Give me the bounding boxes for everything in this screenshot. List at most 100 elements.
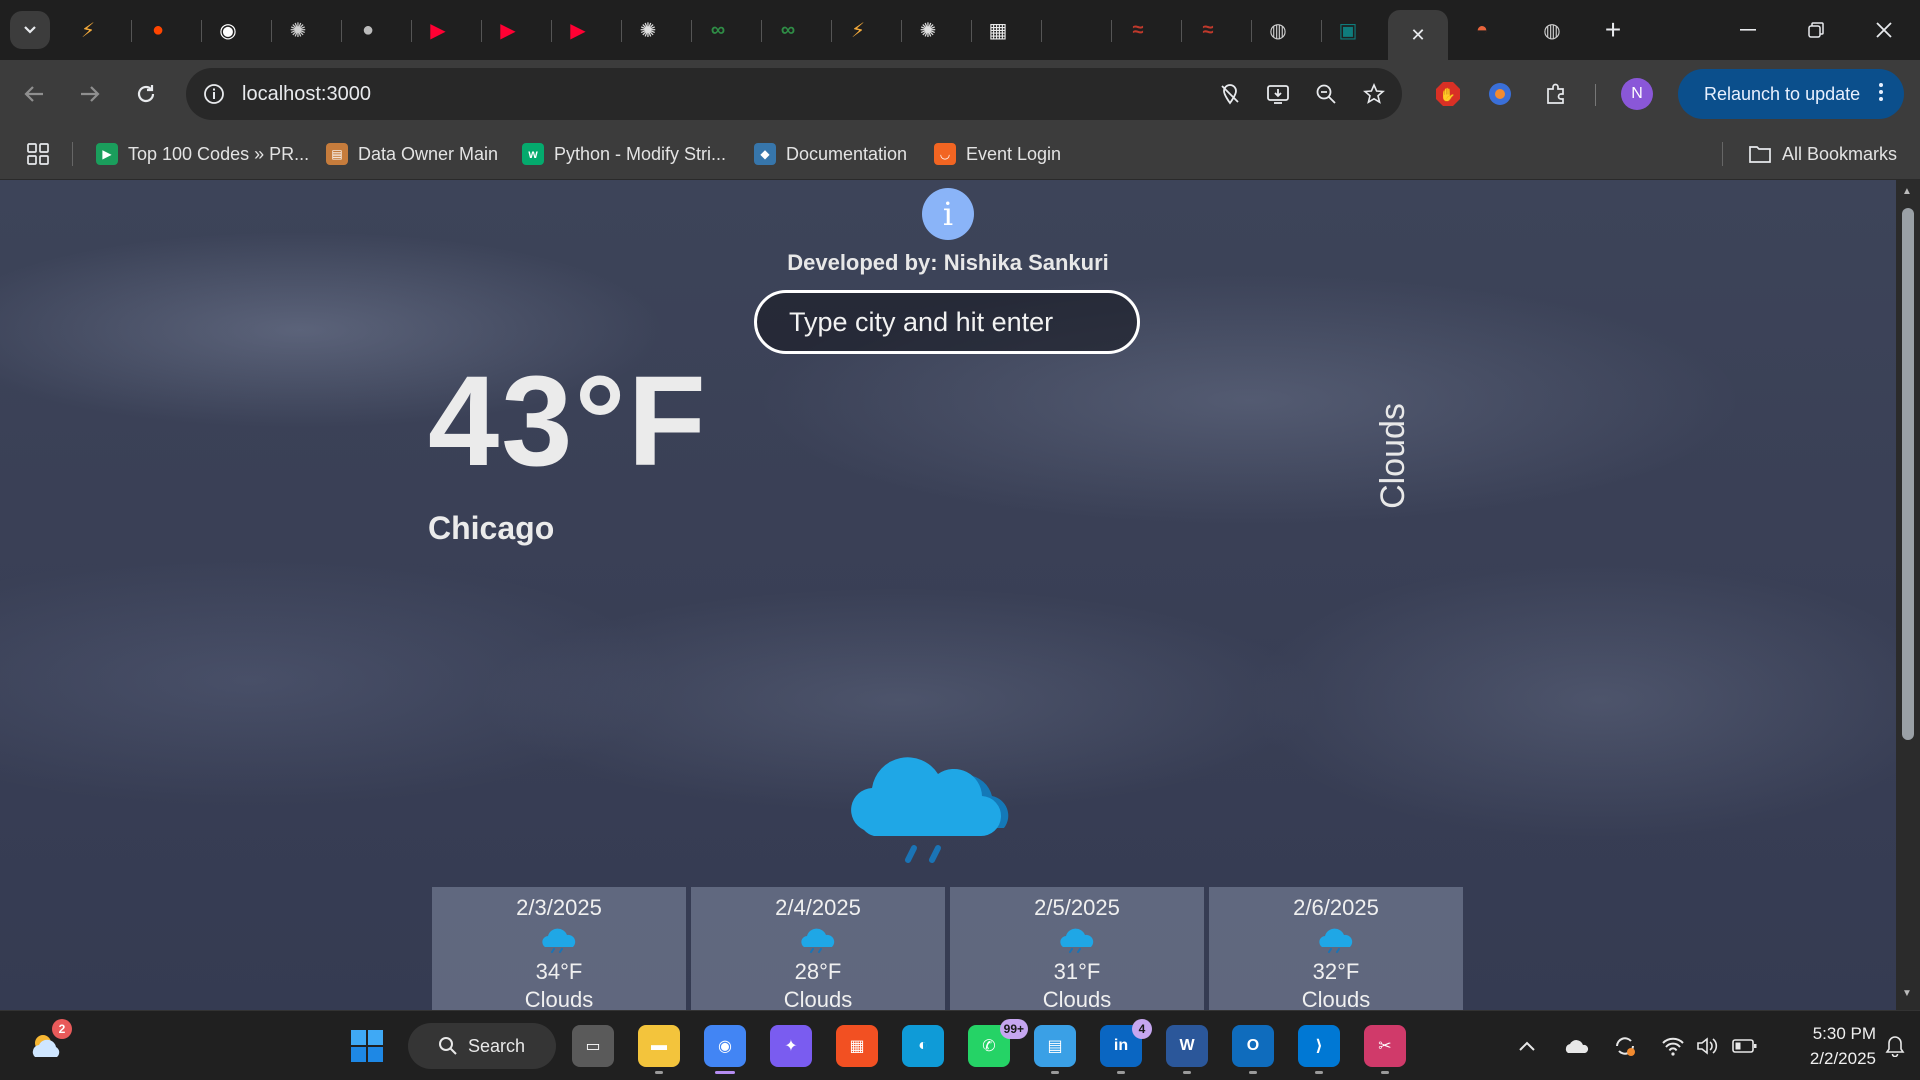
battery-icon[interactable] <box>1730 1031 1760 1061</box>
url-text[interactable]: localhost:3000 <box>242 83 371 106</box>
city-search-input[interactable] <box>754 290 1140 354</box>
bookmark-item[interactable]: ▤ Data Owner Main <box>326 140 498 168</box>
site-info-icon[interactable] <box>198 78 230 110</box>
reload-button[interactable] <box>126 74 166 114</box>
minimize-button[interactable] <box>1720 10 1776 50</box>
notepad-icon[interactable]: ▤ <box>1034 1025 1076 1067</box>
browser-tab[interactable]: ∞ <box>766 10 832 50</box>
wifi-icon[interactable] <box>1658 1031 1688 1061</box>
onedrive-icon[interactable] <box>1562 1031 1592 1061</box>
running-indicator <box>1183 1071 1191 1074</box>
extensions-puzzle-icon[interactable] <box>1538 76 1574 112</box>
edge-icon[interactable]: ◐ <box>902 1025 944 1067</box>
tab-separator <box>971 20 972 42</box>
bookmark-item[interactable]: ▶ Top 100 Codes » PR... <box>96 140 309 168</box>
scroll-up-icon[interactable]: ▲ <box>1902 186 1912 197</box>
running-indicator <box>1117 1071 1125 1074</box>
profile-avatar[interactable]: N <box>1621 78 1653 110</box>
hardhat-icon: ◓ <box>1475 18 1489 41</box>
browser-tab[interactable]: ⚡ <box>836 10 902 50</box>
word-icon[interactable]: W <box>1166 1025 1208 1067</box>
browser-tab[interactable]: ◍ <box>1256 10 1322 50</box>
browser-tab[interactable]: ✺ <box>276 10 342 50</box>
sync-icon[interactable] <box>1610 1031 1640 1061</box>
tab-separator <box>1111 20 1112 42</box>
data-owner-icon: ▤ <box>326 143 348 165</box>
restore-button[interactable] <box>1788 10 1844 50</box>
linkedin-icon[interactable]: in 4 <box>1100 1019 1152 1067</box>
browser-tab[interactable] <box>1046 10 1112 50</box>
scrollbar-thumb[interactable] <box>1902 208 1914 740</box>
browser-tab[interactable]: ● <box>346 10 412 50</box>
bookmark-item[interactable]: w Python - Modify Stri... <box>522 140 726 168</box>
browser-tab[interactable]: ⚡ <box>66 10 132 50</box>
browser-tab[interactable]: ≈ <box>1116 10 1182 50</box>
forecast-list: 2/3/2025 34°F Clouds 2/4/2025 28°F Clouds 2/5/… <box>432 887 1463 1010</box>
image-icon: ▦ <box>988 19 1008 42</box>
snipping-icon[interactable]: ✂ <box>1364 1025 1406 1067</box>
apps-grid-icon[interactable] <box>26 142 50 171</box>
close-icon <box>1876 22 1892 38</box>
browser-tab[interactable]: ▶ <box>416 10 482 50</box>
bookmark-item[interactable]: ◡ Event Login <box>934 140 1061 168</box>
browser-tab[interactable]: ∞ <box>696 10 762 50</box>
install-app-icon[interactable] <box>1262 78 1294 110</box>
all-bookmarks-button[interactable]: All Bookmarks <box>1748 140 1897 168</box>
start-button[interactable] <box>346 1025 388 1067</box>
location-off-icon[interactable] <box>1214 78 1246 110</box>
browser-tab[interactable]: ◓ <box>1460 10 1526 50</box>
browser-tab[interactable]: ▶ <box>486 10 552 50</box>
zoom-icon[interactable] <box>1310 78 1342 110</box>
forward-button[interactable] <box>70 74 110 114</box>
system-clock[interactable]: 5:30 PM 2/2/2025 <box>1780 1021 1876 1071</box>
browser-tab[interactable]: ▣ <box>1326 10 1392 50</box>
tab-active[interactable]: ✕ <box>1388 10 1448 60</box>
bookmark-item[interactable]: ◆ Documentation <box>754 140 907 168</box>
chrome-icon[interactable]: ◉ <box>704 1025 746 1067</box>
tab-separator <box>341 20 342 42</box>
info-button[interactable]: i <box>922 188 974 240</box>
running-indicator <box>1051 1071 1059 1074</box>
taskview-icon[interactable]: ▭ <box>572 1025 614 1067</box>
vscode-icon[interactable]: ⟩ <box>1298 1025 1340 1067</box>
page-scrollbar[interactable]: ▲ ▼ <box>1896 180 1920 1010</box>
tab-separator <box>201 20 202 42</box>
copilot-icon[interactable]: ✦ <box>770 1025 812 1067</box>
show-hidden-icons[interactable] <box>1512 1031 1542 1061</box>
address-bar[interactable]: localhost:3000 <box>186 68 1402 120</box>
whatsapp-icon[interactable]: ✆ 99+ <box>968 1019 1028 1067</box>
store-icon[interactable]: ▦ <box>836 1025 878 1067</box>
extension-icon[interactable] <box>1482 76 1518 112</box>
browser-tab[interactable]: ▦ <box>976 10 1042 50</box>
rain-cloud-icon <box>801 928 835 953</box>
scroll-down-icon[interactable]: ▼ <box>1902 988 1912 999</box>
new-tab-button[interactable]: + <box>1585 10 1641 50</box>
browser-tab[interactable]: ≈ <box>1186 10 1252 50</box>
back-button[interactable] <box>14 74 54 114</box>
browser-tab[interactable]: ✺ <box>626 10 692 50</box>
notifications-icon[interactable] <box>1880 1031 1910 1061</box>
outlook-icon[interactable]: O <box>1232 1025 1274 1067</box>
bookmark-star-icon[interactable] <box>1358 78 1390 110</box>
file-explorer-icon[interactable]: ▬ <box>638 1025 680 1067</box>
browser-tab[interactable]: ✺ <box>906 10 972 50</box>
w3schools-icon: w <box>522 143 544 165</box>
weather-widget-icon[interactable]: 2 <box>26 1019 72 1067</box>
developer-credit: Developed by: Nishika Sankuri <box>787 250 1109 275</box>
browser-tab[interactable]: ◉ <box>206 10 272 50</box>
tab-separator <box>901 20 902 42</box>
close-window-button[interactable] <box>1856 10 1912 50</box>
adblock-extension-icon[interactable]: ✋ <box>1430 76 1466 112</box>
tab-separator <box>761 20 762 42</box>
browser-tab[interactable]: ● <box>136 10 202 50</box>
browser-tab[interactable]: ▶ <box>556 10 622 50</box>
volume-icon[interactable] <box>1692 1031 1722 1061</box>
tab-search-button[interactable] <box>10 11 50 49</box>
city-name: Chicago <box>428 510 555 546</box>
relaunch-button[interactable]: Relaunch to update <box>1678 69 1904 119</box>
event-icon: ◡ <box>934 143 956 165</box>
close-tab-icon[interactable]: ✕ <box>1410 25 1425 46</box>
taskbar-search[interactable]: Search <box>408 1023 556 1069</box>
chatgpt-icon: ✺ <box>289 19 307 42</box>
more-vertical-icon[interactable] <box>1878 81 1884 108</box>
